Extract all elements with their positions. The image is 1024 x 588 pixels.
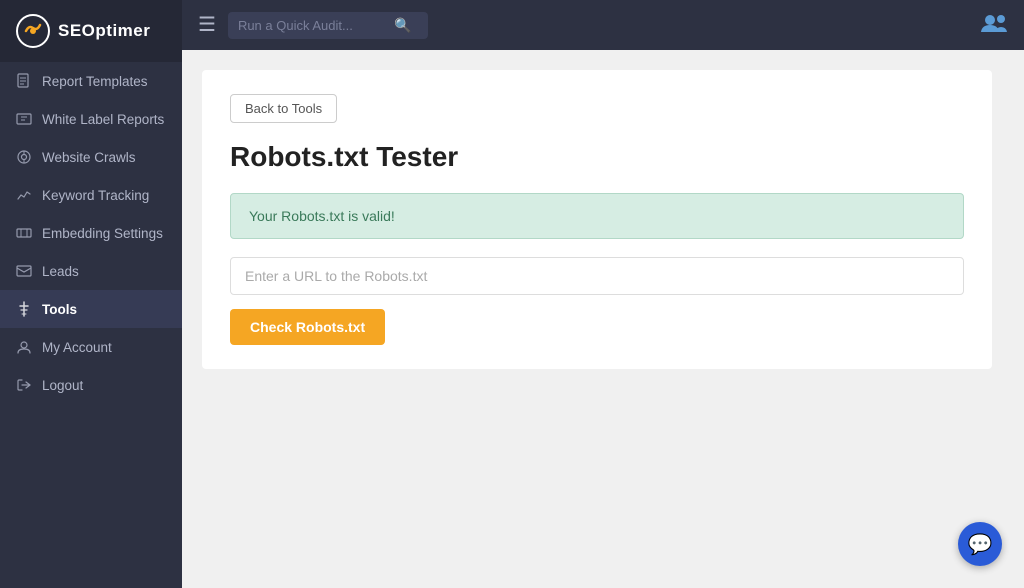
success-banner: Your Robots.txt is valid! — [230, 193, 964, 239]
sidebar-label-keyword-tracking: Keyword Tracking — [42, 188, 149, 203]
sidebar-item-logout[interactable]: Logout — [0, 366, 182, 404]
main-card: Back to Tools Robots.txt Tester Your Rob… — [202, 70, 992, 369]
sidebar-nav: Report Templates White Label Reports Web… — [0, 62, 182, 404]
sidebar-label-report-templates: Report Templates — [42, 74, 148, 89]
sidebar-label-logout: Logout — [42, 378, 83, 393]
search-icon: 🔍 — [394, 17, 411, 34]
sidebar-item-my-account[interactable]: My Account — [0, 328, 182, 366]
website-crawls-icon — [16, 149, 32, 165]
search-input[interactable] — [238, 18, 388, 33]
white-label-icon — [16, 111, 32, 127]
leads-icon — [16, 263, 32, 279]
brand-name: SEOptimer — [58, 21, 150, 41]
keyword-tracking-icon — [16, 187, 32, 203]
sidebar-item-white-label-reports[interactable]: White Label Reports — [0, 100, 182, 138]
sidebar-item-website-crawls[interactable]: Website Crawls — [0, 138, 182, 176]
report-templates-icon — [16, 73, 32, 89]
sidebar-item-report-templates[interactable]: Report Templates — [0, 62, 182, 100]
sidebar-item-keyword-tracking[interactable]: Keyword Tracking — [0, 176, 182, 214]
tools-icon — [16, 301, 32, 317]
back-to-tools-button[interactable]: Back to Tools — [230, 94, 337, 123]
seoptimer-logo-icon — [16, 14, 50, 48]
topbar: ☰ 🔍 — [182, 0, 1024, 50]
content-area: Back to Tools Robots.txt Tester Your Rob… — [182, 50, 1024, 588]
hamburger-icon[interactable]: ☰ — [198, 15, 216, 35]
sidebar-logo[interactable]: SEOptimer — [0, 0, 182, 62]
sidebar: SEOptimer Report Templates White Label R… — [0, 0, 182, 588]
sidebar-item-tools[interactable]: Tools — [0, 290, 182, 328]
url-input[interactable] — [230, 257, 964, 295]
sidebar-label-white-label: White Label Reports — [42, 112, 164, 127]
chat-icon: 💬 — [968, 532, 993, 557]
check-robots-button[interactable]: Check Robots.txt — [230, 309, 385, 345]
sidebar-label-embedding-settings: Embedding Settings — [42, 226, 163, 241]
chat-bubble[interactable]: 💬 — [958, 522, 1002, 566]
sidebar-item-embedding-settings[interactable]: Embedding Settings — [0, 214, 182, 252]
sidebar-label-leads: Leads — [42, 264, 79, 279]
logout-icon — [16, 377, 32, 393]
sidebar-label-website-crawls: Website Crawls — [42, 150, 136, 165]
search-bar[interactable]: 🔍 — [228, 12, 428, 39]
embedding-settings-icon — [16, 225, 32, 241]
page-title: Robots.txt Tester — [230, 141, 964, 173]
sidebar-item-leads[interactable]: Leads — [0, 252, 182, 290]
sidebar-label-tools: Tools — [42, 302, 77, 317]
sidebar-label-my-account: My Account — [42, 340, 112, 355]
main-area: ☰ 🔍 Back to Tools Robots.txt Tester Your… — [182, 0, 1024, 588]
users-icon[interactable] — [980, 12, 1008, 39]
my-account-icon — [16, 339, 32, 355]
